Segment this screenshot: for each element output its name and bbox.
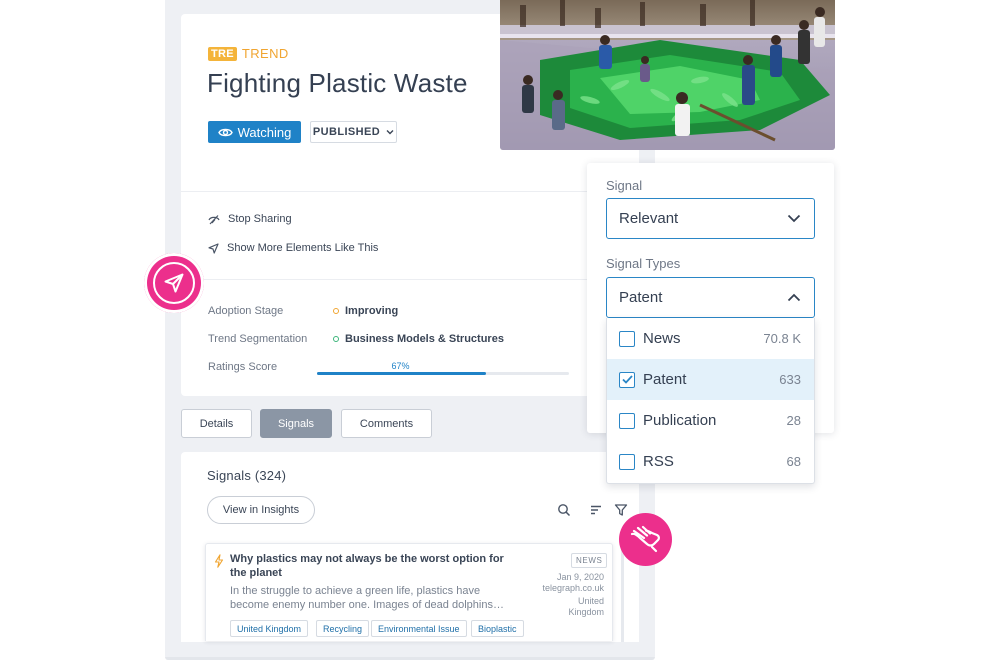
- option-count: 68: [786, 454, 801, 469]
- adoption-stage-value: Improving: [333, 305, 398, 317]
- option-label: Patent: [643, 371, 687, 388]
- chevron-down-icon: [787, 214, 801, 223]
- option-publication[interactable]: Publication 28: [607, 400, 814, 441]
- signal-select[interactable]: Relevant: [606, 198, 815, 239]
- checkmark-icon: [621, 375, 633, 384]
- option-rss[interactable]: RSS 68: [607, 441, 814, 482]
- chevron-up-icon: [787, 293, 801, 302]
- option-label: Publication: [643, 412, 717, 429]
- show-more-action[interactable]: Show More Elements Like This: [208, 242, 378, 254]
- signal-list-item[interactable]: Why plastics may not always be the worst…: [205, 543, 613, 641]
- tab-details[interactable]: Details: [181, 409, 252, 438]
- option-news[interactable]: News 70.8 K: [607, 318, 814, 359]
- segmentation-value: Business Models & Structures: [333, 333, 504, 345]
- stop-sharing-action[interactable]: Stop Sharing: [208, 213, 292, 225]
- tag-chip[interactable]: United Kingdom: [230, 620, 309, 637]
- signal-country-line2: Kingdom: [568, 607, 604, 617]
- divider: [181, 191, 639, 192]
- divider: [181, 279, 639, 280]
- signals-section: Signals (324) View in Insights Why plast…: [181, 452, 639, 642]
- trend-label: TREND: [241, 46, 289, 61]
- tag-chip[interactable]: Recycling: [316, 620, 370, 637]
- signal-types-value: Patent: [619, 289, 663, 306]
- tab-signals[interactable]: Signals: [260, 409, 332, 438]
- send-icon: [208, 242, 219, 254]
- trend-badge: TRE: [208, 46, 237, 61]
- checkbox-checked[interactable]: [619, 371, 635, 388]
- rating-percent: 67%: [391, 361, 410, 371]
- option-patent[interactable]: Patent 633: [607, 359, 814, 400]
- cover-photo-illustration: [500, 0, 835, 150]
- status-label: PUBLISHED: [312, 126, 381, 138]
- tab-comments[interactable]: Comments: [341, 409, 432, 438]
- search-icon[interactable]: [557, 503, 571, 517]
- adoption-stage-text: Improving: [345, 305, 399, 317]
- checkbox[interactable]: [619, 453, 635, 470]
- tag-chip[interactable]: Bioplastic: [471, 620, 524, 637]
- rating-bar: [317, 372, 569, 375]
- status-dot-icon: [333, 336, 339, 342]
- rating-bar-fill: [317, 372, 486, 375]
- pointer-hand-bubble: [619, 513, 672, 566]
- share-send-bubble: [147, 256, 201, 310]
- eye-icon: [217, 128, 233, 136]
- view-in-insights-button[interactable]: View in Insights: [207, 496, 315, 524]
- signal-date: Jan 9, 2020: [556, 572, 604, 582]
- send-icon: [164, 273, 184, 293]
- trend-cover-image: [500, 0, 835, 150]
- stop-sharing-label: Stop Sharing: [228, 213, 292, 225]
- lightning-icon: [214, 554, 224, 568]
- scrollbar[interactable]: [621, 543, 624, 642]
- signal-title[interactable]: Why plastics may not always be the worst…: [230, 552, 520, 580]
- segmentation-label: Trend Segmentation: [208, 333, 308, 345]
- signal-types-select[interactable]: Patent: [606, 277, 815, 318]
- option-label: News: [643, 330, 681, 347]
- page-title: Fighting Plastic Waste: [207, 68, 468, 98]
- status-select[interactable]: PUBLISHED: [310, 121, 397, 143]
- trend-type-tag: TRE TREND: [208, 46, 289, 61]
- watching-label: Watching: [237, 124, 292, 140]
- signal-description: In the struggle to achieve a green life,…: [230, 585, 504, 611]
- adoption-stage-label: Adoption Stage: [208, 305, 284, 317]
- signal-select-value: Relevant: [619, 210, 679, 227]
- signal-filter-label: Signal: [606, 178, 643, 193]
- option-count: 70.8 K: [763, 331, 801, 346]
- show-more-label: Show More Elements Like This: [227, 242, 379, 254]
- signals-title: Signals (324): [207, 468, 287, 483]
- signal-type-badge: NEWS: [571, 553, 608, 568]
- checkbox[interactable]: [619, 412, 635, 429]
- eye-slash-icon: [208, 214, 220, 224]
- share-send-ring: [153, 262, 195, 304]
- ratings-label: Ratings Score: [208, 361, 278, 373]
- signal-source: telegraph.co.uk: [542, 583, 604, 593]
- option-count: 633: [779, 372, 801, 387]
- signal-types-options: News 70.8 K Patent 633 Publication 28 RS…: [606, 318, 815, 484]
- signal-country-line1: United: [577, 596, 604, 606]
- filter-icon[interactable]: [614, 503, 628, 517]
- signal-types-label: Signal Types: [606, 256, 681, 271]
- segmentation-text: Business Models & Structures: [345, 333, 504, 345]
- watching-button[interactable]: Watching: [208, 121, 301, 143]
- checkbox[interactable]: [619, 330, 635, 347]
- option-count: 28: [786, 413, 801, 428]
- tag-chip[interactable]: Environmental Issue: [371, 620, 467, 637]
- sort-icon[interactable]: [589, 503, 603, 517]
- status-dot-icon: [333, 308, 339, 314]
- option-label: RSS: [643, 453, 674, 470]
- chevron-down-icon: [386, 130, 394, 135]
- hand-pointer-icon: [630, 525, 660, 552]
